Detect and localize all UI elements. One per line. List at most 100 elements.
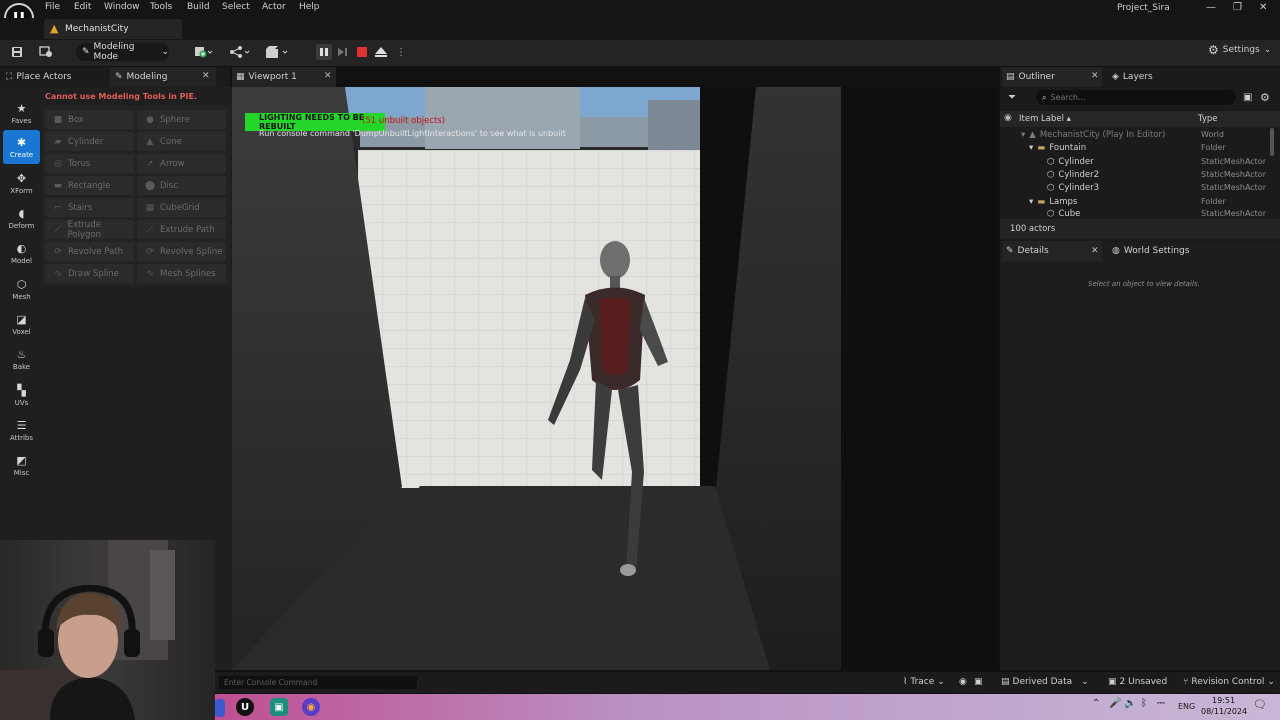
tool-cone-button[interactable]: ▲ Cone — [137, 132, 226, 151]
minimize-button[interactable]: — — [1206, 2, 1216, 13]
tool-stairs-button[interactable]: ⌐ Stairs — [45, 198, 134, 217]
outliner-row-actor[interactable]: ⬡ Cylinder2 StaticMeshActor — [1000, 168, 1268, 181]
tool-box-button[interactable]: ■ Box — [45, 110, 134, 129]
unsaved-button[interactable]: ▣ 2 Unsaved — [1108, 677, 1167, 687]
tab-layers[interactable]: ◈ Layers — [1112, 67, 1153, 87]
close-window-button[interactable]: ✕ — [1259, 2, 1267, 13]
tool-arrow-button[interactable]: ➚ Arrow — [137, 154, 226, 173]
menu-window[interactable]: Window — [104, 2, 140, 12]
menu-select[interactable]: Select — [222, 2, 250, 12]
menu-build[interactable]: Build — [187, 2, 210, 12]
tool-draw-spline-button[interactable]: ∿ Draw Spline — [45, 264, 134, 283]
tab-place-actors[interactable]: ⛶ Place Actors — [6, 67, 71, 87]
outliner-row-world[interactable]: ▾ ▲ MechanistCity (Play In Editor) World — [1000, 128, 1268, 141]
tool-cylinder-button[interactable]: ▰ Cylinder — [45, 132, 134, 151]
category-create[interactable]: ✱ Create — [3, 130, 40, 164]
cinematics-icon[interactable] — [264, 44, 290, 60]
mode-selector-dropdown[interactable]: ✎ Modeling Mode ⌄ — [76, 42, 169, 62]
level-tab-bar — [0, 18, 1280, 40]
close-modeling-tab-icon[interactable]: ✕ — [202, 71, 210, 81]
tool-extrude-path-button[interactable]: ⟋ Extrude Path — [137, 220, 226, 239]
menu-tools[interactable]: Tools — [150, 2, 172, 12]
tool-revolve-spline-button[interactable]: ⟳ Revolve Spline — [137, 242, 226, 261]
column-item-label[interactable]: Item Label ▴ — [1019, 114, 1071, 124]
menu-file[interactable]: File — [45, 2, 60, 12]
language-indicator[interactable]: ENG — [1178, 702, 1195, 711]
tool-revolve-path-button[interactable]: ⟳ Revolve Path — [45, 242, 134, 261]
more-options-icon[interactable]: ⋮ — [393, 44, 409, 60]
clock-date[interactable]: 08/11/2024 — [1201, 707, 1247, 716]
console-command-input[interactable]: Enter Console Command — [219, 676, 417, 689]
category-model[interactable]: ◐ Model — [3, 236, 40, 270]
outliner-row-actor[interactable]: ⬡ Cube StaticMeshActor — [1000, 208, 1268, 219]
cylinder-icon: ▰ — [54, 136, 62, 147]
category-mesh[interactable]: ⬡ Mesh — [3, 272, 40, 306]
record-icon[interactable]: ◉ — [959, 677, 967, 687]
tool-torus-button[interactable]: ◎ Torus — [45, 154, 134, 173]
taskbar-app-icon[interactable]: ▣ — [270, 698, 288, 716]
outliner-row-folder[interactable]: ▾ ▬ Fountain Folder — [1000, 141, 1268, 154]
outliner-search-box[interactable]: ⌕ — [1036, 90, 1236, 105]
network-icon[interactable]: ⎓ — [1157, 698, 1165, 709]
notifications-icon[interactable]: 🗨 — [1253, 698, 1267, 711]
speaker-icon[interactable]: 🔈 — [1124, 698, 1136, 709]
new-folder-icon[interactable]: ▣ — [1243, 92, 1252, 103]
unreal-taskbar-icon[interactable]: U — [236, 698, 254, 716]
outliner-row-actor[interactable]: ⬡ Cylinder3 StaticMeshActor — [1000, 181, 1268, 194]
tab-label: Outliner — [1018, 72, 1055, 82]
outliner-settings-gear-icon[interactable]: ⚙ — [1260, 91, 1270, 104]
tab-world-settings[interactable]: ◍ World Settings — [1112, 241, 1189, 261]
eject-button[interactable] — [373, 44, 389, 60]
outliner-row-folder[interactable]: ▾ ▬ Lamps Folder — [1000, 195, 1268, 208]
screenshot-icon[interactable]: ▣ — [974, 677, 983, 687]
outliner-scrollbar[interactable] — [1270, 128, 1274, 156]
tool-disc-button[interactable]: ⬤ Disc — [137, 176, 226, 195]
category-bake[interactable]: ♨ Bake — [3, 342, 40, 376]
column-type[interactable]: Type — [1198, 114, 1218, 124]
derived-data-button[interactable]: ▤ Derived Data ⌄ — [1001, 677, 1089, 687]
save-icon[interactable] — [10, 44, 24, 60]
revision-control-button[interactable]: ⑂ Revision Control ⌄ — [1183, 677, 1275, 687]
tray-chevron-icon[interactable]: ⌃ — [1092, 698, 1100, 709]
trace-button[interactable]: ⌇ Trace ⌄ — [903, 677, 945, 687]
category-xform[interactable]: ✥ XForm — [3, 166, 40, 200]
tool-rectangle-button[interactable]: ▬ Rectangle — [45, 176, 134, 195]
category-voxel[interactable]: ◪ Voxel — [3, 307, 40, 341]
category-uvs[interactable]: ▚ UVs — [3, 378, 40, 412]
microphone-icon[interactable]: 🎤 — [1109, 698, 1121, 709]
blueprint-icon[interactable] — [228, 44, 252, 60]
category-faves[interactable]: ★ Faves — [3, 96, 40, 130]
menu-help[interactable]: Help — [299, 2, 320, 12]
tool-sphere-button[interactable]: ● Sphere — [137, 110, 226, 129]
outliner-search-input[interactable] — [1050, 93, 1211, 102]
add-actor-icon[interactable] — [192, 44, 216, 60]
settings-button[interactable]: ⚙ Settings ⌄ — [1208, 43, 1271, 57]
frame-skip-button[interactable] — [335, 44, 351, 60]
menu-actor[interactable]: Actor — [262, 2, 286, 12]
clock-time[interactable]: 19:51 — [1212, 696, 1235, 705]
filter-icon[interactable]: ⏷ — [1008, 92, 1016, 103]
bluetooth-icon[interactable]: ᛒ — [1141, 698, 1147, 709]
content-browser-icon[interactable] — [38, 44, 54, 60]
tool-cubegrid-button[interactable]: ▦ CubeGrid — [137, 198, 226, 217]
tool-mesh-splines-button[interactable]: ∿ Mesh Splines — [137, 264, 226, 283]
tab-outliner[interactable]: ▤ Outliner — [1002, 67, 1102, 87]
maximize-button[interactable]: ❐ — [1233, 2, 1242, 13]
close-viewport-tab-icon[interactable]: ✕ — [324, 71, 332, 81]
visibility-eye-icon[interactable]: ◉ — [1004, 113, 1012, 123]
obs-taskbar-icon[interactable]: ◉ — [302, 698, 320, 716]
tab-modeling[interactable]: ✎ Modeling — [110, 67, 216, 87]
menu-edit[interactable]: Edit — [74, 2, 91, 12]
close-outliner-tab-icon[interactable]: ✕ — [1091, 71, 1099, 81]
pause-button[interactable] — [316, 44, 332, 60]
outliner-row-actor[interactable]: ⬡ Cylinder StaticMeshActor — [1000, 155, 1268, 168]
tool-extrude-polygon-button[interactable]: ⟋ Extrude Polygon — [45, 220, 134, 240]
category-deform[interactable]: ◖ Deform — [3, 201, 40, 235]
category-attribs[interactable]: ☰ Attribs — [3, 413, 40, 447]
category-misc[interactable]: ◩ Misc — [3, 448, 40, 482]
taskbar-app-icon[interactable] — [215, 699, 225, 717]
tab-viewport[interactable]: ▦ Viewport 1 — [232, 67, 336, 87]
close-details-tab-icon[interactable]: ✕ — [1091, 246, 1099, 256]
tab-details[interactable]: ✎ Details — [1002, 241, 1102, 261]
stop-button[interactable] — [354, 44, 370, 60]
